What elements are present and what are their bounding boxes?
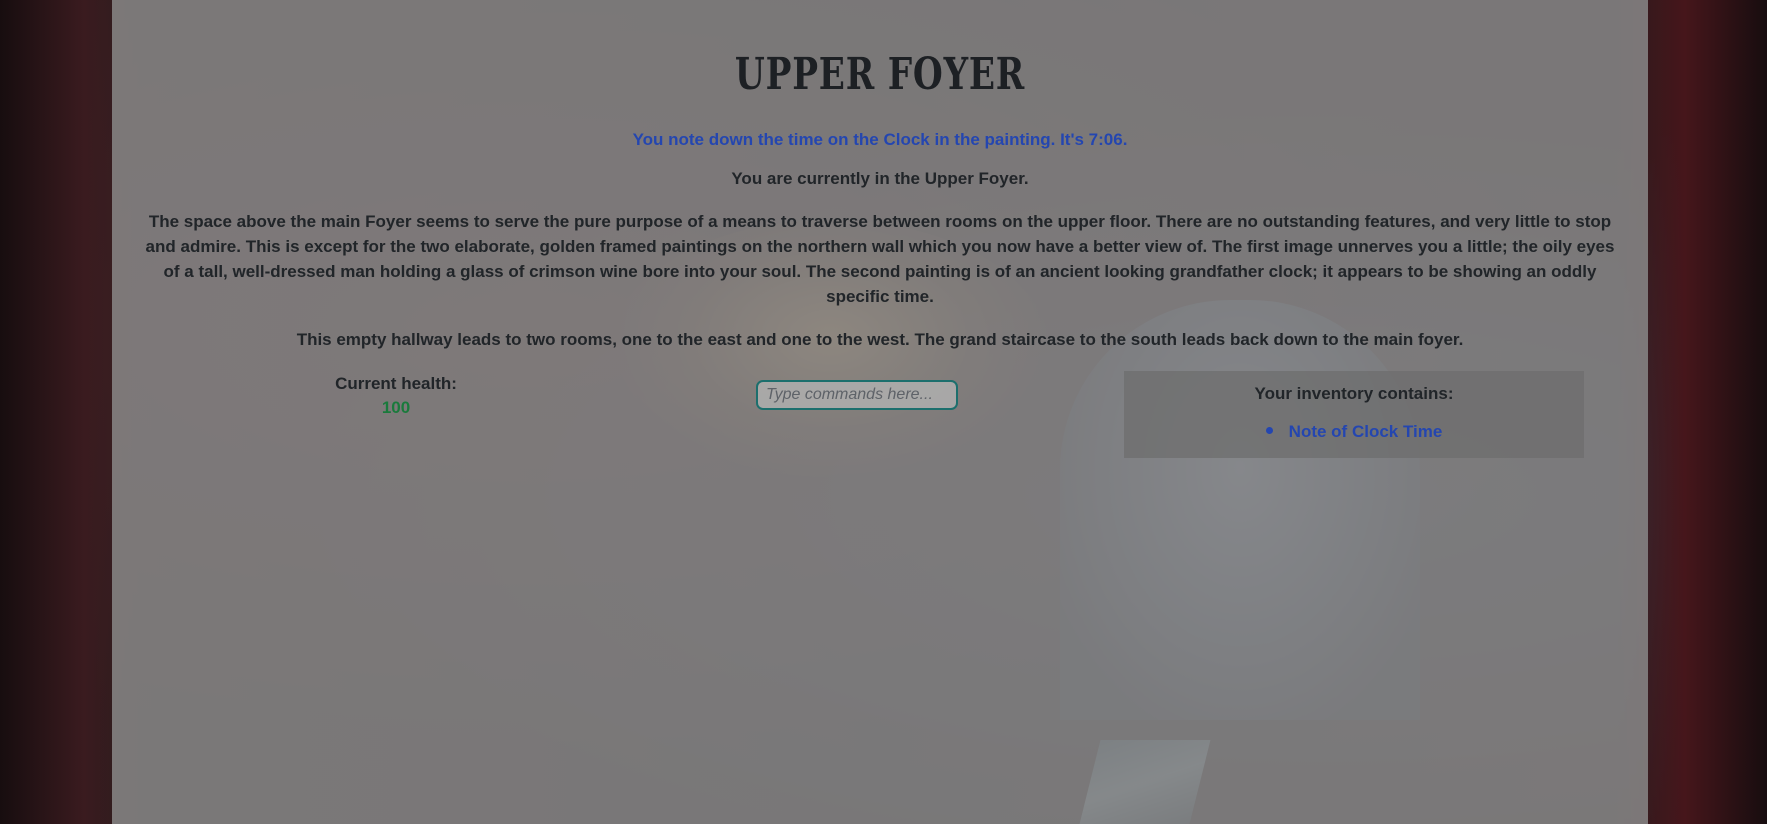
health-label: Current health: [335,374,457,393]
inventory-item-label: Note of Clock Time [1288,422,1443,441]
room-exits: This empty hallway leads to two rooms, o… [296,330,1464,349]
health-display: Current health: 100 [312,374,480,418]
location-text: You are currently in the Upper Foyer. [731,169,1029,188]
game-controls: Current health: 100 Your inventory conta… [112,370,1648,470]
command-input[interactable] [756,380,958,410]
bullet-icon [1265,427,1273,435]
inventory-panel: Your inventory contains: Note of Clock T… [1124,371,1584,458]
inventory-list: Note of Clock Time [1124,422,1584,442]
room-title: Upper Foyer [734,49,1026,100]
health-value: 100 [381,398,411,417]
inventory-title: Your inventory contains: [1254,384,1454,403]
game-panel: Upper Foyer You note down the time on th… [112,0,1648,824]
event-notice: You note down the time on the Clock in t… [632,130,1128,149]
inventory-item: Note of Clock Time [1265,422,1443,442]
room-description: The space above the main Foyer seems to … [145,212,1615,306]
